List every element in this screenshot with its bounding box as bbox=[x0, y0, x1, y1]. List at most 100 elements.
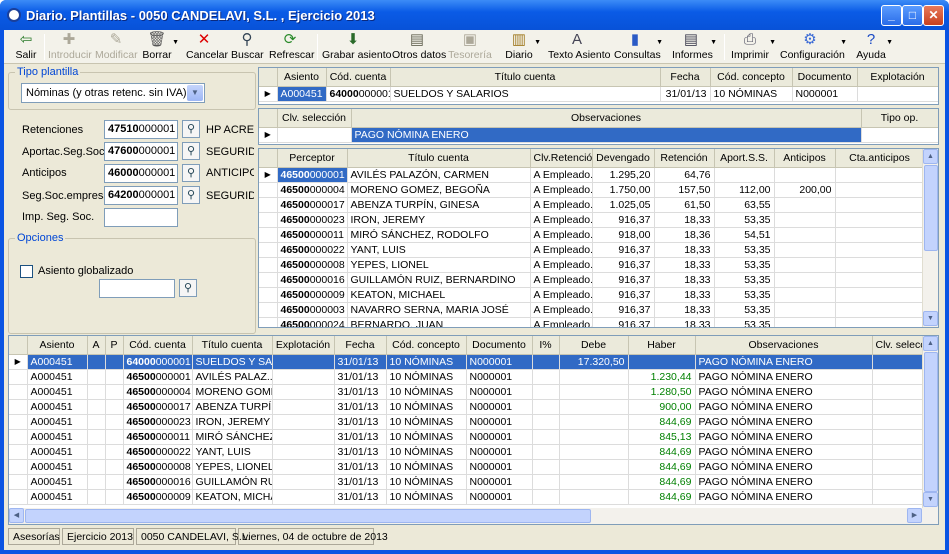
column-header[interactable]: Cód. concepto bbox=[710, 68, 793, 87]
asientos-vscrollbar[interactable]: ▲ ▼ bbox=[922, 336, 938, 508]
table-row[interactable]: 46500000024BERNARDO, JUANA Empleado...91… bbox=[259, 317, 925, 327]
column-header[interactable]: P bbox=[105, 336, 124, 355]
texto-asiento-button[interactable]: A Texto Asiento bbox=[548, 31, 610, 63]
scroll-right-icon[interactable]: ▶ bbox=[907, 508, 922, 523]
modificar-button[interactable]: ✎ Modificar bbox=[95, 31, 138, 63]
search-icon[interactable]: ⚲ bbox=[182, 186, 200, 204]
chevron-down-icon[interactable]: ▼ bbox=[172, 39, 179, 46]
minimize-button[interactable]: _ bbox=[881, 5, 902, 26]
scroll-thumb[interactable] bbox=[924, 352, 938, 492]
table-row[interactable]: A000451 46500000008 YEPES, LIONEL 31/01/13 1… bbox=[9, 459, 925, 475]
table-row[interactable]: A00045146500000017ABENZA TURPÍN...31/01/… bbox=[9, 399, 925, 415]
table-row[interactable]: ▶ A000451 64000000001 SUELDOS Y SALARIOS… bbox=[259, 86, 938, 102]
segsoc-input[interactable]: 64200000001 bbox=[104, 186, 178, 205]
ayuda-button[interactable]: ? Ayuda ▼ bbox=[856, 31, 893, 63]
scroll-left-icon[interactable]: ◀ bbox=[9, 508, 24, 523]
column-header[interactable]: Devengado bbox=[592, 149, 655, 168]
scroll-up-icon[interactable]: ▲ bbox=[923, 149, 938, 164]
consultas-button[interactable]: ▮ Consultas ▼ bbox=[614, 31, 663, 63]
buscar-button[interactable]: ⚲ Buscar bbox=[231, 31, 264, 63]
close-button[interactable]: ✕ bbox=[923, 5, 944, 26]
diario-button[interactable]: ▥ Diario ▼ bbox=[504, 31, 541, 63]
column-header[interactable]: Anticipos bbox=[774, 149, 836, 168]
retenciones-input[interactable]: 47510000001 bbox=[104, 120, 178, 139]
column-header[interactable]: Título cuenta bbox=[347, 149, 531, 168]
refrescar-button[interactable]: ⟳ Refrescar bbox=[269, 31, 315, 63]
table-row[interactable]: 46500000016 GUILLAMÓN RUIZ, BERNARDINO A E… bbox=[259, 272, 925, 288]
column-header[interactable]: Asiento bbox=[27, 336, 88, 355]
table-row[interactable]: ▶ PAGO NÓMINA ENERO bbox=[259, 127, 938, 143]
chevron-down-icon[interactable]: ▼ bbox=[769, 39, 776, 46]
column-header[interactable]: Cód. concepto bbox=[386, 336, 467, 355]
asiento-globalizado-checkbox[interactable] bbox=[20, 265, 33, 278]
borrar-button[interactable]: 🗑 Borrar ▼ bbox=[142, 31, 179, 63]
chevron-down-icon[interactable]: ▼ bbox=[534, 39, 541, 46]
column-header[interactable]: Título cuenta bbox=[192, 336, 273, 355]
salir-button[interactable]: ⇦ Salir bbox=[12, 31, 40, 63]
column-header[interactable]: Aport.S.S. bbox=[714, 149, 775, 168]
column-header[interactable]: Debe bbox=[559, 336, 629, 355]
grabar-asiento-button[interactable]: ⬇ Grabar asiento bbox=[322, 31, 391, 63]
table-row[interactable]: 46500000017 ABENZA TURPÍN, GINESA A Emplea… bbox=[259, 197, 925, 213]
table-row[interactable]: A000451 46500000023 IRON, JEREMY 31/01/13 10… bbox=[9, 414, 925, 430]
search-icon[interactable]: ⚲ bbox=[182, 164, 200, 182]
table-row[interactable]: A00045146500000016GUILLAMÓN RUI...31/01/… bbox=[9, 474, 925, 490]
globalizado-input[interactable] bbox=[99, 279, 175, 298]
chevron-down-icon[interactable]: ▼ bbox=[710, 39, 717, 46]
column-header[interactable]: Clv. selección bbox=[277, 109, 352, 128]
column-header[interactable]: Cód. cuenta bbox=[123, 336, 193, 355]
search-icon[interactable]: ⚲ bbox=[182, 120, 200, 138]
table-row[interactable]: 46500000008YEPES, LIONELA Empleado...916… bbox=[259, 257, 925, 273]
chevron-down-icon[interactable]: ▼ bbox=[187, 85, 203, 101]
asientos-hscrollbar[interactable]: ◀ ▶ bbox=[9, 508, 938, 524]
scroll-thumb[interactable] bbox=[25, 509, 591, 523]
column-header[interactable]: Perceptor bbox=[277, 149, 348, 168]
title-bar[interactable]: Diario. Plantillas - 0050 CANDELAVI, S.L… bbox=[0, 0, 949, 30]
imprimir-button[interactable]: ⎙ Imprimir ▼ bbox=[731, 31, 776, 63]
scroll-thumb[interactable] bbox=[924, 165, 938, 251]
table-row[interactable]: A000451 46500000022 YANT, LUIS 31/01/13 10 N… bbox=[9, 444, 925, 460]
column-header[interactable]: Explotación bbox=[272, 336, 335, 355]
table-row[interactable]: ▶A00045164000000001SUELDOS Y SA...31/01/… bbox=[9, 354, 925, 370]
table-row[interactable]: A000451 46500000001 AVILÉS PALAZ... 31/01/1… bbox=[9, 369, 925, 385]
tipo-plantilla-select[interactable]: Nóminas (y otras retenc. sin IVA) ▼ bbox=[21, 83, 205, 103]
tesoreria-button[interactable]: ▣ Tesorería bbox=[448, 31, 492, 63]
search-icon[interactable]: ⚲ bbox=[179, 279, 197, 297]
chevron-down-icon[interactable]: ▼ bbox=[840, 39, 847, 46]
table-row[interactable]: 46500000022YANT, LUISA Empleado...916,37… bbox=[259, 242, 925, 258]
column-header[interactable]: Documento bbox=[792, 68, 858, 87]
imp-segsoc-input[interactable] bbox=[104, 208, 178, 227]
column-header[interactable]: Haber bbox=[628, 336, 696, 355]
column-header[interactable]: Cód. cuenta bbox=[326, 68, 391, 87]
table-row[interactable]: A00045146500000011MIRÓ SÁNCHEZ,...31/01/… bbox=[9, 429, 925, 445]
chevron-down-icon[interactable]: ▼ bbox=[886, 39, 893, 46]
column-header[interactable]: Tipo op. bbox=[861, 109, 938, 128]
table-row[interactable]: A00045146500000009KEATON, MICHA...31/01/… bbox=[9, 489, 925, 505]
scroll-up-icon[interactable]: ▲ bbox=[923, 336, 938, 351]
table-row[interactable]: 46500000011 MIRÓ SÁNCHEZ, RODOLFO A Emplea… bbox=[259, 227, 925, 243]
table-row[interactable]: A00045146500000004MORENO GOME...31/01/13… bbox=[9, 384, 925, 400]
column-header[interactable]: Cta.anticipos bbox=[835, 149, 925, 168]
table-row[interactable]: 46500000009KEATON, MICHAELA Empleado...9… bbox=[259, 287, 925, 303]
scroll-down-icon[interactable]: ▼ bbox=[923, 311, 938, 326]
introducir-button[interactable]: ✚ Introducir bbox=[48, 31, 92, 63]
column-header[interactable]: Observaciones bbox=[695, 336, 873, 355]
table-row[interactable]: 46500000004 MORENO GOMEZ, BEGOÑA A Emplead… bbox=[259, 182, 925, 198]
column-header[interactable]: Observaciones bbox=[351, 109, 862, 128]
column-header[interactable]: Fecha bbox=[660, 68, 711, 87]
maximize-button[interactable]: □ bbox=[902, 5, 923, 26]
column-header[interactable]: Documento bbox=[466, 336, 533, 355]
search-icon[interactable]: ⚲ bbox=[182, 142, 200, 160]
column-header[interactable]: A bbox=[87, 336, 106, 355]
table-row[interactable]: 46500000003 NAVARRO SERNA, MARIA JOSÉ A Em… bbox=[259, 302, 925, 318]
column-header[interactable]: Clv. selecc bbox=[872, 336, 925, 355]
column-header[interactable]: Clv.Retención bbox=[530, 149, 593, 168]
column-header[interactable]: Retención bbox=[654, 149, 715, 168]
configuracion-button[interactable]: ⚙ Configuración ▼ bbox=[780, 31, 847, 63]
scroll-down-icon[interactable]: ▼ bbox=[923, 492, 938, 507]
column-header[interactable]: Explotación bbox=[857, 68, 938, 87]
column-header[interactable]: Asiento bbox=[277, 68, 327, 87]
otros-datos-button[interactable]: ▤ Otros datos bbox=[392, 31, 446, 63]
table-row[interactable]: 46500000023IRON, JEREMYA Empleado...916,… bbox=[259, 212, 925, 228]
column-header[interactable]: I% bbox=[532, 336, 560, 355]
